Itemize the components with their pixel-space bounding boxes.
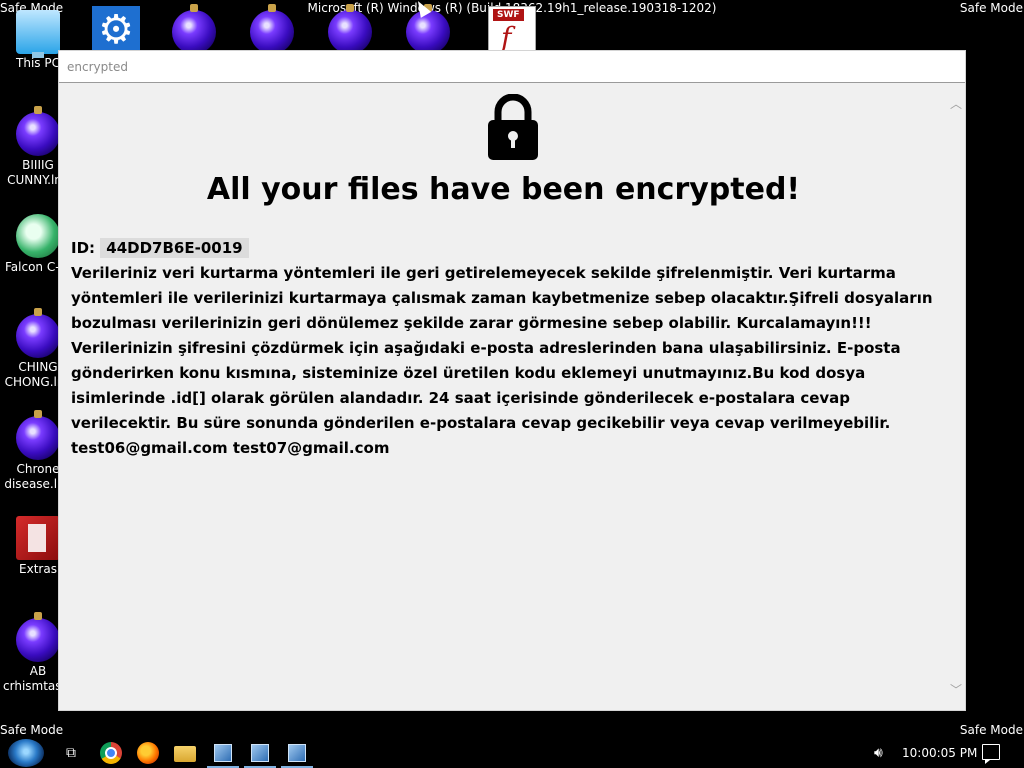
contact-emails[interactable]: test06@gmail.com test07@gmail.com xyxy=(71,436,937,461)
firefox-icon[interactable] xyxy=(137,742,159,764)
ornament-icon[interactable] xyxy=(406,4,450,54)
safe-mode-label-bottom-right: Safe Mode xyxy=(959,723,1023,737)
message-paragraph-1: Verileriniz veri kurtarma yöntemleri ile… xyxy=(71,264,933,332)
start-icon[interactable] xyxy=(8,739,44,767)
computer-icon xyxy=(16,10,60,58)
swf-badge: SWF xyxy=(493,9,524,21)
recycle-icon xyxy=(16,214,60,258)
vertical-scrollbar[interactable]: ︿ ﹀ xyxy=(947,84,965,710)
ornament-icon xyxy=(16,612,60,662)
app-icon[interactable] xyxy=(244,742,276,768)
window-content: All your files have been encrypted! ID: … xyxy=(60,84,947,710)
scroll-down-icon[interactable]: ﹀ xyxy=(950,684,962,696)
message-paragraph-2: Verilerinizin şifresini çözdürmek için a… xyxy=(71,339,901,432)
window-title: encrypted xyxy=(67,59,128,74)
id-value[interactable]: 44DD7B6E-0019 xyxy=(100,238,249,258)
chrome-icon[interactable] xyxy=(100,742,122,764)
settings-gear-icon[interactable]: ⚙ xyxy=(92,6,140,54)
notification-center-icon[interactable] xyxy=(982,744,1000,764)
taskbar: ⧉ 🔊︎ 10:00:05 PM xyxy=(0,738,1024,768)
ornament-icon xyxy=(16,410,60,460)
scroll-up-icon[interactable]: ︿ xyxy=(950,98,962,110)
ransom-note-window: encrypted All your files have been encry… xyxy=(58,50,966,711)
safe-mode-label-bottom-left: Safe Mode xyxy=(0,723,64,737)
ornament-icon xyxy=(16,308,60,358)
headline: All your files have been encrypted! xyxy=(206,172,801,207)
padlock-icon xyxy=(488,94,538,160)
app-icon[interactable] xyxy=(281,742,313,768)
flash-swf-file-icon[interactable]: SWF f xyxy=(488,6,536,54)
ornament-icon[interactable] xyxy=(328,4,372,54)
ornament-icon[interactable] xyxy=(172,4,216,54)
id-label: ID: xyxy=(71,239,96,257)
ransom-message: ID: 44DD7B6E-0019 Verileriniz veri kurta… xyxy=(71,236,937,461)
file-explorer-icon[interactable] xyxy=(174,746,196,762)
id-row: ID: 44DD7B6E-0019 xyxy=(71,236,937,261)
window-titlebar[interactable]: encrypted xyxy=(59,51,965,83)
folder-icon xyxy=(16,516,60,560)
taskbar-clock[interactable]: 10:00:05 PM xyxy=(902,746,977,760)
ornament-icon xyxy=(16,106,60,156)
app-icon[interactable] xyxy=(207,742,239,768)
ornament-icon[interactable] xyxy=(250,4,294,54)
volume-icon[interactable]: 🔊︎ xyxy=(874,745,883,761)
task-view-icon[interactable]: ⧉ xyxy=(60,742,82,764)
